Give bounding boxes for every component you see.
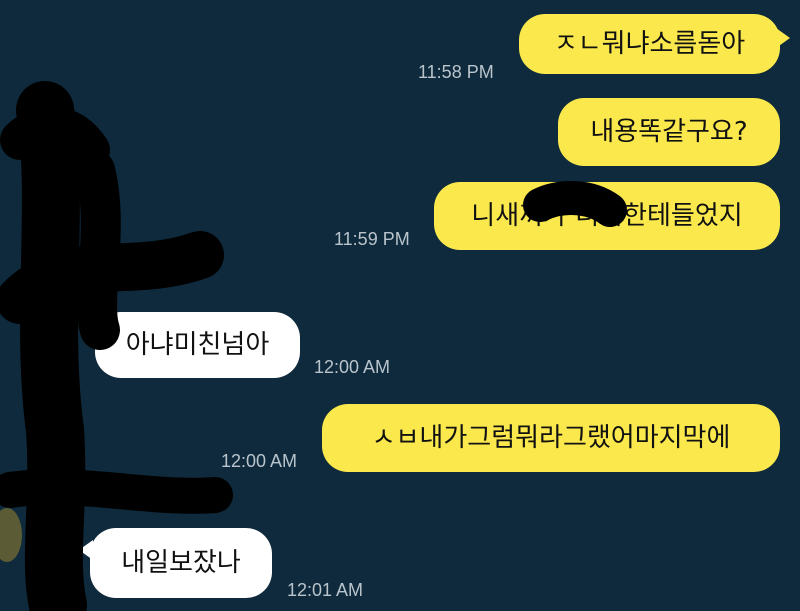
chat-area[interactable]: ㅈㄴ뭐냐소름돋아 11:58 PM 내용똑같구요? 니새끼가 너희한테들었지 1… [0,0,800,611]
redaction-scribble [0,81,627,611]
